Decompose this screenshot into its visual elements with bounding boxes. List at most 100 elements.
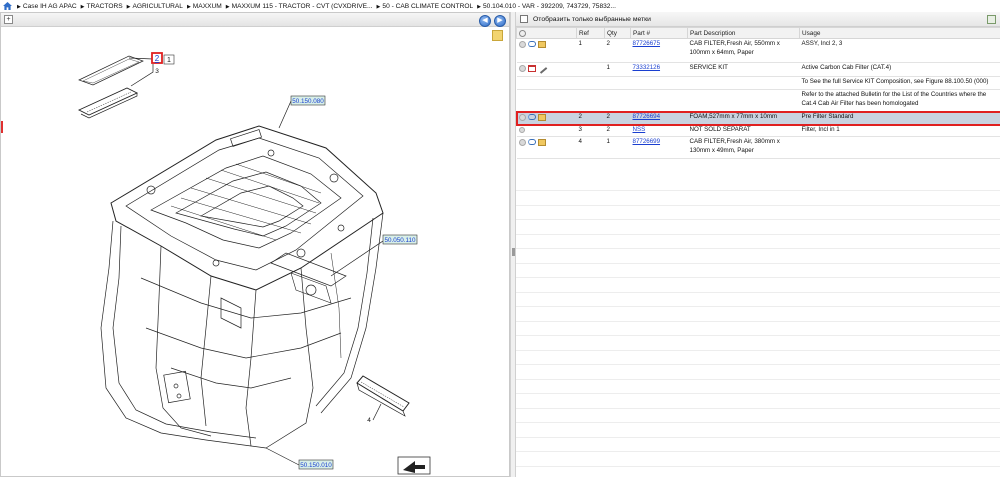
exploded-diagram: 2 1 3 4 50.150.080 50.050.110 50.150.010 xyxy=(77,52,431,475)
callout-4[interactable]: 4 xyxy=(367,417,371,424)
table-row[interactable]: 1 73332126 SERVICE KIT Active Carbon Cab… xyxy=(516,62,1000,77)
drawing-pane: + ◀ ▶ 2 1 3 4 50.150.080 50.050.110 50.1… xyxy=(0,12,510,477)
circle-icon[interactable] xyxy=(518,127,525,133)
empty-row xyxy=(516,438,1000,452)
previous-arrow-icon[interactable]: ◀ xyxy=(479,15,491,27)
ref-box-50-150-010[interactable]: 50.150.010 xyxy=(298,459,334,470)
row-description: FOAM,527mm x 77mm x 10mm xyxy=(687,111,800,125)
table-row[interactable]: Refer to the attached Bulletin for the L… xyxy=(516,89,1000,112)
link-icon[interactable] xyxy=(527,41,536,47)
breadcrumb-item-4[interactable]: ▶ MAXXUM 115 - TRACTOR - CVT (CVXDRIVE... xyxy=(226,3,373,10)
circle-icon[interactable] xyxy=(518,64,526,72)
empty-row xyxy=(516,351,1000,365)
breadcrumb-item-5[interactable]: ▶ 50 - CAB CLIMATE CONTROL xyxy=(377,3,474,10)
empty-row xyxy=(516,467,1000,477)
breadcrumb: ▶ Case IH AG APAC ▶ TRACTORS ▶ AGRICULTURAL… xyxy=(0,0,1000,12)
header-settings[interactable] xyxy=(516,27,577,39)
empty-row xyxy=(516,206,1000,220)
empty-row xyxy=(516,177,1000,191)
callout-2[interactable]: 2 xyxy=(151,52,163,64)
table-row[interactable]: 1 2 87726675 CAB FILTER,Fresh Air, 550mm… xyxy=(516,38,1000,63)
row-ref: 1 xyxy=(576,38,605,63)
ref-box-50-150-080[interactable]: 50.150.080 xyxy=(290,95,326,106)
part-number-link[interactable]: 87726699 xyxy=(633,138,661,145)
box-icon[interactable] xyxy=(537,138,546,146)
export-icon[interactable] xyxy=(987,15,996,24)
drawing-toolbar: + ◀ ▶ xyxy=(1,13,509,27)
expand-icon[interactable]: + xyxy=(4,15,13,24)
tool-icon[interactable] xyxy=(536,62,547,74)
selection-marker xyxy=(1,121,3,133)
row-ref: 3 xyxy=(576,124,605,137)
row-usage: Active Carbon Cab Filter (CAT.4) xyxy=(799,62,1000,77)
filter-selected-checkbox[interactable] xyxy=(520,15,528,23)
part-number-link[interactable]: 73332126 xyxy=(633,64,661,71)
callout-3[interactable]: 3 xyxy=(155,68,159,75)
link-icon[interactable] xyxy=(527,139,536,145)
row-qty: 1 xyxy=(604,136,631,159)
empty-row xyxy=(516,250,1000,264)
gear-icon[interactable] xyxy=(519,29,526,37)
table-row[interactable]: 4 1 87726699 CAB FILTER,Fresh Air, 380mm… xyxy=(516,136,1000,159)
link-icon[interactable] xyxy=(527,114,536,120)
header-qty[interactable]: Qty xyxy=(604,27,631,39)
circle-icon[interactable] xyxy=(518,138,526,146)
row-ref xyxy=(576,62,605,77)
orientation-arrow-icon xyxy=(397,456,431,475)
header-ref[interactable]: Ref xyxy=(576,27,605,39)
part-number-link[interactable]: 87726675 xyxy=(633,40,661,47)
row-description: CAB FILTER,Fresh Air, 380mm x 130mm x 49… xyxy=(687,136,800,159)
empty-row xyxy=(516,424,1000,438)
row-description: SERVICE KIT xyxy=(687,62,800,77)
empty-row xyxy=(516,279,1000,293)
header-description[interactable]: Part Description xyxy=(687,27,800,39)
header-usage[interactable]: Usage xyxy=(799,27,1000,39)
row-usage: To See the full Service KIT Composition,… xyxy=(799,76,1000,90)
row-usage: ASSY, Incl 2, 3 xyxy=(799,38,1000,63)
table-row-selected[interactable]: 2 2 87726694 FOAM,527mm x 77mm x 10mm Pr… xyxy=(516,110,1000,126)
svg-text:1: 1 xyxy=(167,57,171,64)
table-row[interactable]: 3 2 NSS NOT SOLD SEPARAT Filter, Incl in… xyxy=(516,124,1000,137)
row-qty: 2 xyxy=(604,124,631,137)
callout-1[interactable]: 1 xyxy=(163,54,175,65)
empty-row xyxy=(516,192,1000,206)
empty-row xyxy=(516,453,1000,467)
part-number-link[interactable]: NSS xyxy=(633,126,646,133)
empty-row xyxy=(516,221,1000,235)
empty-row xyxy=(516,337,1000,351)
box-icon[interactable] xyxy=(537,40,546,48)
book-icon[interactable] xyxy=(527,64,536,72)
empty-row xyxy=(516,380,1000,394)
empty-row xyxy=(516,308,1000,322)
row-ref: 4 xyxy=(576,136,605,159)
circle-icon[interactable] xyxy=(518,40,526,48)
breadcrumb-item-6[interactable]: ▶ 50.104.010 - VAR - 392209, 743729, 7583… xyxy=(477,3,616,10)
row-qty: 1 xyxy=(604,62,631,77)
svg-text:50.150.010: 50.150.010 xyxy=(300,462,332,469)
breadcrumb-item-2[interactable]: ▶ AGRICULTURAL xyxy=(127,3,183,10)
svg-text:2: 2 xyxy=(155,54,160,63)
empty-row xyxy=(516,293,1000,307)
svg-text:50.050.110: 50.050.110 xyxy=(384,237,416,244)
part-number-link[interactable]: 87726694 xyxy=(633,113,661,120)
table-row[interactable]: To See the full Service KIT Composition,… xyxy=(516,76,1000,90)
circle-icon[interactable] xyxy=(518,113,526,121)
box-icon[interactable] xyxy=(537,113,546,121)
empty-row xyxy=(516,235,1000,249)
parts-toolbar: Отобразить только выбранные метки xyxy=(516,12,1000,27)
breadcrumb-item-0[interactable]: ▶ Case IH AG APAC xyxy=(17,3,77,10)
breadcrumb-item-3[interactable]: ▶ MAXXUM xyxy=(187,3,222,10)
row-usage: Refer to the attached Bulletin for the L… xyxy=(799,89,1000,112)
splitter-grip-icon[interactable] xyxy=(512,248,515,256)
next-arrow-icon[interactable]: ▶ xyxy=(494,15,506,27)
parts-pane: Отобразить только выбранные метки Ref Qt… xyxy=(516,12,1000,477)
breadcrumb-item-1[interactable]: ▶ TRACTORS xyxy=(81,3,123,10)
filter-selected-label: Отобразить только выбранные метки xyxy=(533,15,651,23)
parts-table: Ref Qty Part # Part Description Usage 1 … xyxy=(516,27,1000,159)
ref-box-50-050-110[interactable]: 50.050.110 xyxy=(382,234,418,245)
row-description: NOT SOLD SEPARAT xyxy=(687,124,800,137)
row-ref: 2 xyxy=(576,111,605,125)
empty-row xyxy=(516,264,1000,278)
home-icon[interactable] xyxy=(3,2,12,10)
header-part[interactable]: Part # xyxy=(630,27,688,39)
